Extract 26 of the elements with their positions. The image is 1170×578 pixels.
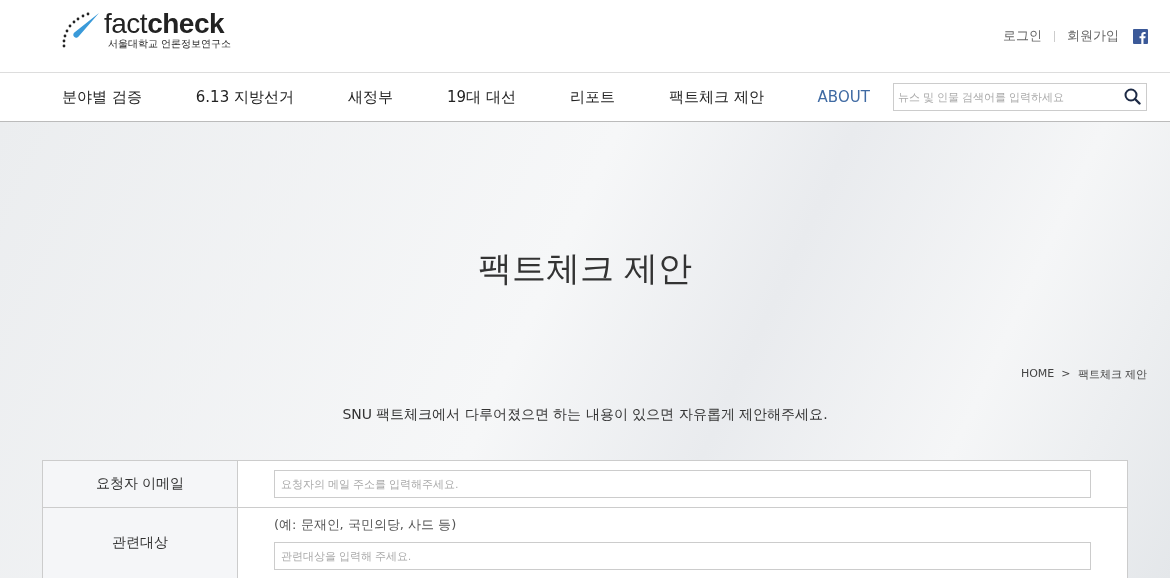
nav-item[interactable]: 리포트 bbox=[569, 87, 615, 107]
facebook-icon[interactable] bbox=[1133, 28, 1148, 44]
intro-text: SNU 팩트체크에서 다루어졌으면 하는 내용이 있으면 자유롭게 제안해주세요. bbox=[342, 406, 828, 424]
logo[interactable]: factcheck 서울대학교 언론정보연구소 bbox=[60, 10, 232, 50]
breadcrumb-link[interactable]: HOME bbox=[1020, 367, 1055, 382]
nav-item[interactable]: 팩트체크 제안 bbox=[668, 87, 764, 107]
field-label: 관련대상 bbox=[42, 508, 238, 578]
login-link[interactable]: 로그인 bbox=[1003, 27, 1042, 45]
search-field[interactable]: 뉴스 및 인물 검색어를 입력하세요 bbox=[893, 83, 1147, 111]
nav-item[interactable]: 새정부 bbox=[347, 87, 393, 107]
input-field[interactable]: 관련대상을 입력해 주세요. bbox=[274, 542, 1091, 570]
search-icon[interactable] bbox=[1124, 88, 1141, 105]
signup-link[interactable]: 회원가입 bbox=[1067, 27, 1119, 45]
nav-item[interactable]: 분야별 검증 bbox=[62, 87, 142, 107]
hint-text: (예: 문재인, 국민의당, 사드 등) bbox=[274, 516, 458, 534]
field-label: 요청자 이메일 bbox=[42, 461, 238, 507]
breadcrumb-separator: > bbox=[1061, 367, 1071, 382]
nav-item[interactable]: ABOUT bbox=[817, 87, 870, 107]
breadcrumb-link[interactable]: 팩트체크 제안 bbox=[1077, 367, 1147, 382]
logo-wordmark: factcheck bbox=[104, 10, 226, 38]
nav-item[interactable]: 6.13 지방선거 bbox=[195, 87, 294, 107]
input-field[interactable]: 요청자의 메일 주소를 입력해주세요. bbox=[274, 470, 1091, 498]
nav-item[interactable]: 19대 대선 bbox=[446, 87, 516, 107]
gauge-icon bbox=[60, 10, 102, 50]
logo-subtitle: 서울대학교 언론정보연구소 bbox=[108, 38, 232, 50]
page-title: 팩트체크 제안 bbox=[477, 247, 693, 290]
